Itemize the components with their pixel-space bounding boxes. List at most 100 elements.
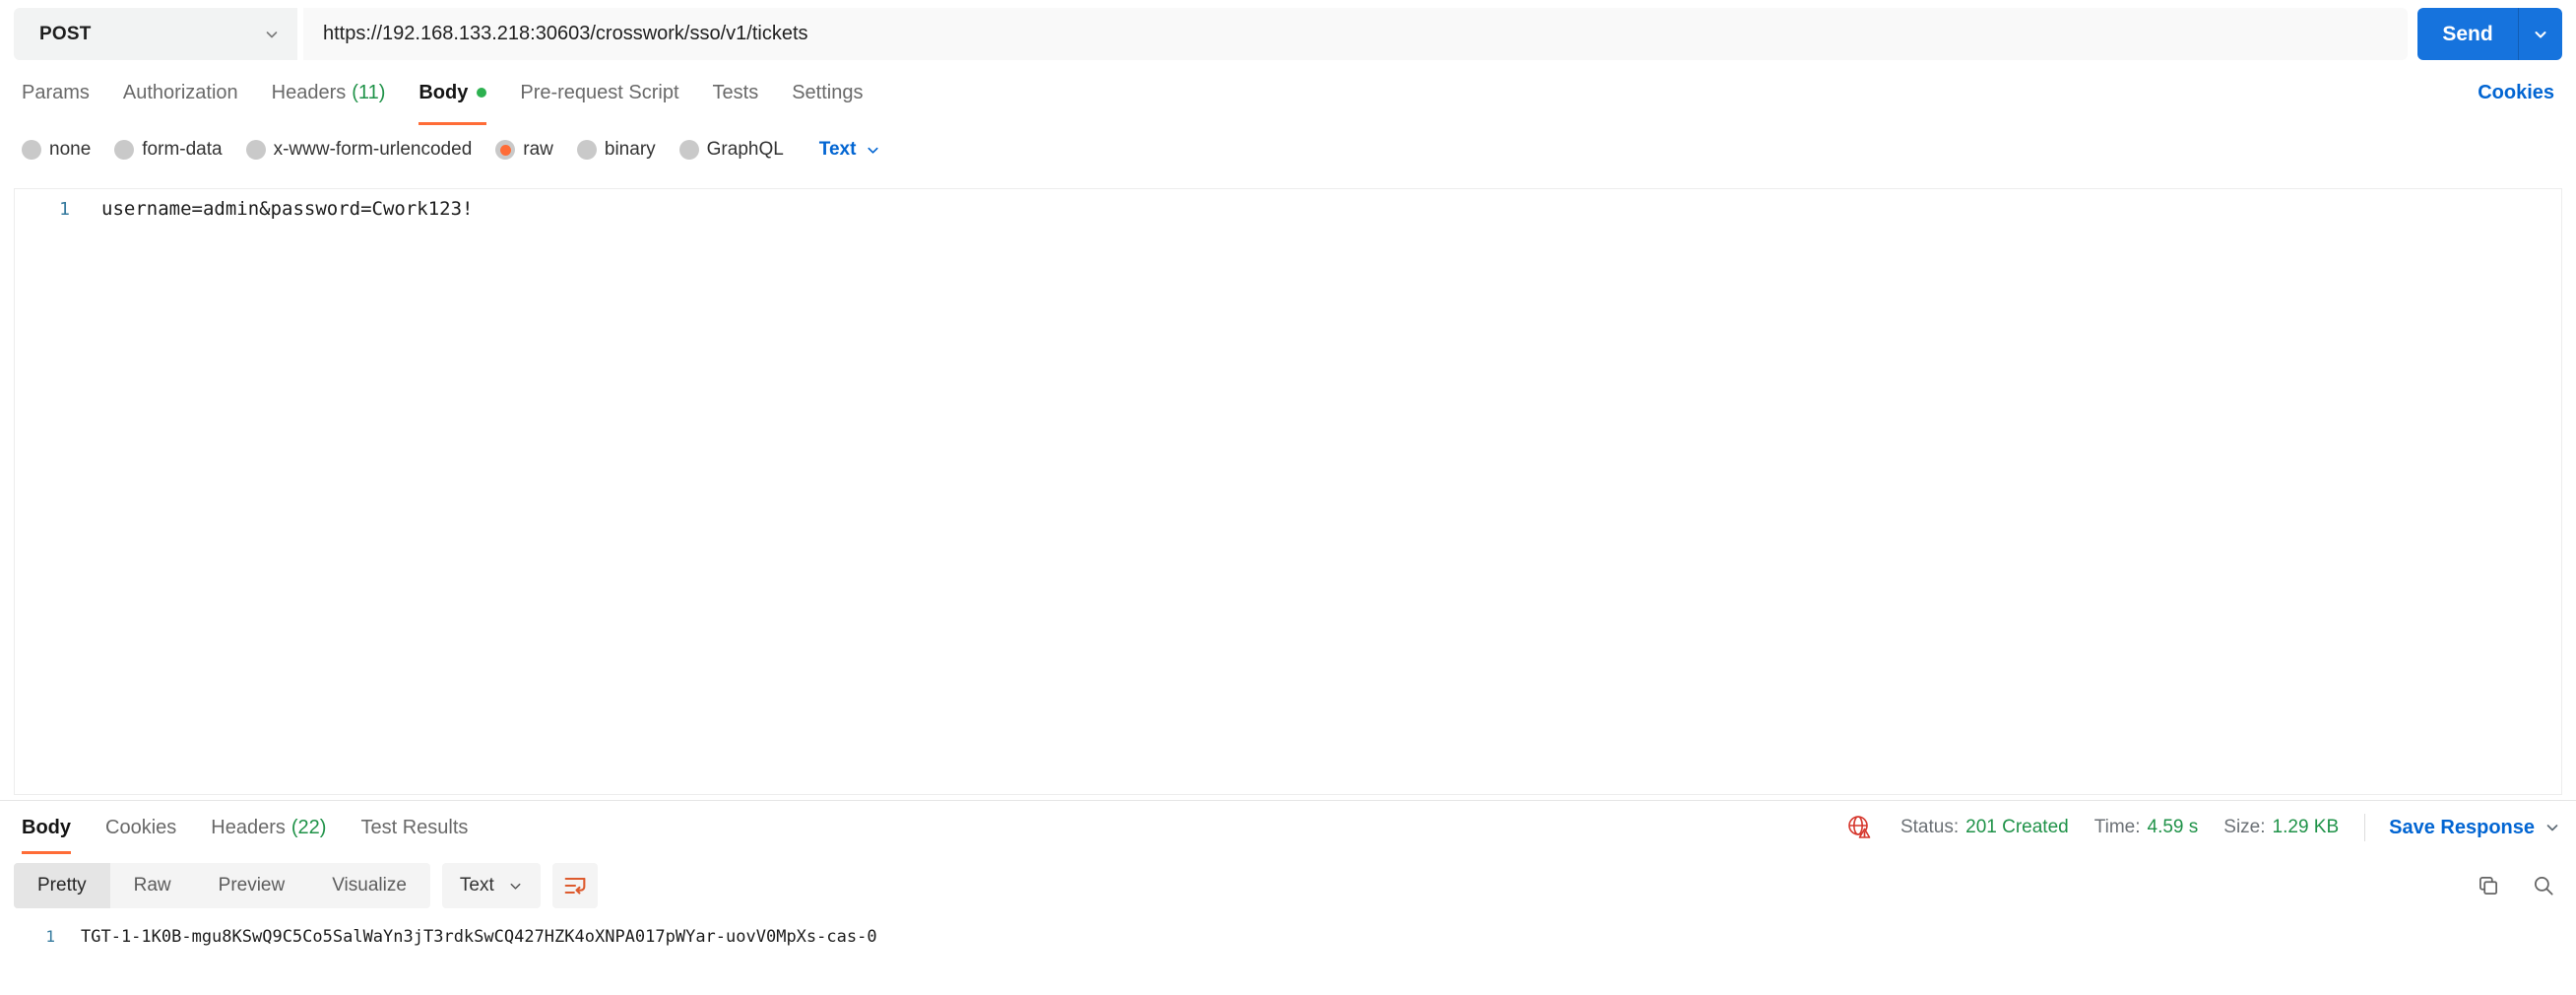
radio-icon xyxy=(576,140,597,160)
view-label: Raw xyxy=(133,875,171,896)
response-meta: Status: 201 Created Time: 4.59 s Size: 1… xyxy=(1845,801,2560,854)
tab-label: Test Results xyxy=(360,816,469,838)
search-icon[interactable] xyxy=(2531,873,2556,898)
tab-settings[interactable]: Settings xyxy=(792,60,863,125)
tab-label: Params xyxy=(22,81,90,103)
time-label: Time: xyxy=(2093,817,2141,837)
tab-body[interactable]: Body xyxy=(419,60,487,125)
body-type-binary[interactable]: binary xyxy=(576,139,656,161)
chevron-down-icon xyxy=(2533,27,2548,42)
view-preview[interactable]: Preview xyxy=(195,863,309,908)
response-line-content: TGT-1-1K0B-mgu8KSwQ9C5Co5SalWaYn3jT3rdkS… xyxy=(81,927,877,947)
raw-language-select[interactable]: Text xyxy=(819,139,881,161)
size-label: Size: xyxy=(2223,817,2266,837)
time-value: 4.59 s xyxy=(2147,817,2199,837)
body-type-x-www-form-urlencoded[interactable]: x-www-form-urlencoded xyxy=(245,139,473,161)
tab-label: Settings xyxy=(792,81,864,103)
radio-icon xyxy=(678,140,699,160)
request-body-editor[interactable]: 1 username=admin&password=Cwork123! xyxy=(14,188,2562,795)
modified-dot-icon xyxy=(477,88,487,98)
request-tabs: Params Authorization Headers (11) Body P… xyxy=(0,60,2576,125)
send-button-group: Send xyxy=(2417,8,2562,60)
tab-count-badge: (22) xyxy=(290,816,327,838)
save-response-label: Save Response xyxy=(2389,816,2535,838)
body-type-graphql[interactable]: GraphQL xyxy=(678,139,784,161)
body-type-form-data[interactable]: form-data xyxy=(114,139,223,161)
radio-label: none xyxy=(49,139,92,160)
line-number: 1 xyxy=(59,199,70,220)
status-value: 201 Created xyxy=(1965,817,2069,837)
tab-authorization[interactable]: Authorization xyxy=(123,60,238,125)
tab-label: Body xyxy=(419,81,469,103)
request-url-bar: POST https://192.168.133.218:30603/cross… xyxy=(14,8,2562,60)
tab-label: Body xyxy=(22,816,71,838)
response-format-select[interactable]: Text xyxy=(441,863,541,908)
radio-label: GraphQL xyxy=(706,139,784,160)
size-value: 1.29 KB xyxy=(2272,817,2340,837)
body-type-bar: none form-data x-www-form-urlencoded raw… xyxy=(0,125,2576,174)
response-line: 1 TGT-1-1K0B-mgu8KSwQ9C5Co5SalWaYn3jT3rd… xyxy=(0,927,2576,947)
response-tab-cookies[interactable]: Cookies xyxy=(105,801,176,854)
size-badge: Size: 1.29 KB xyxy=(2223,817,2339,838)
format-label: Text xyxy=(459,875,494,896)
radio-label: x-www-form-urlencoded xyxy=(273,139,473,160)
response-header: Body Cookies Headers (22) Test Results S… xyxy=(0,801,2576,854)
status-badge: Status: 201 Created xyxy=(1900,817,2069,838)
view-label: Preview xyxy=(218,875,286,896)
tab-tests[interactable]: Tests xyxy=(713,60,759,125)
language-label: Text xyxy=(818,139,857,160)
response-tab-headers[interactable]: Headers (22) xyxy=(211,801,326,854)
url-text: https://192.168.133.218:30603/crosswork/… xyxy=(323,23,808,44)
radio-label: form-data xyxy=(142,139,223,160)
method-select[interactable]: POST xyxy=(14,8,297,60)
tab-label: Authorization xyxy=(122,81,238,103)
view-visualize[interactable]: Visualize xyxy=(308,863,430,908)
body-type-none[interactable]: none xyxy=(22,139,91,161)
radio-selected-icon xyxy=(495,140,516,160)
view-raw[interactable]: Raw xyxy=(110,863,195,908)
wrap-text-icon xyxy=(561,872,589,899)
view-label: Visualize xyxy=(332,875,407,896)
send-options-button[interactable] xyxy=(2518,8,2562,60)
chevron-down-icon xyxy=(866,143,880,158)
radio-label: raw xyxy=(523,139,553,160)
line-number: 1 xyxy=(45,927,55,946)
chevron-down-icon xyxy=(264,27,280,42)
method-label: POST xyxy=(39,23,92,44)
editor-line: 1 username=admin&password=Cwork123! xyxy=(15,198,2561,220)
status-label: Status: xyxy=(1900,817,1960,837)
tab-count-badge: (11) xyxy=(352,81,386,103)
radio-label: binary xyxy=(604,139,656,160)
send-button[interactable]: Send xyxy=(2417,8,2518,60)
body-type-raw[interactable]: raw xyxy=(495,139,553,161)
tab-label: Cookies xyxy=(105,816,177,838)
wrap-text-button[interactable] xyxy=(551,863,598,908)
save-response-button[interactable]: Save Response xyxy=(2389,817,2560,839)
response-actions xyxy=(2446,873,2556,898)
tab-label: Headers xyxy=(271,81,347,103)
globe-warning-icon[interactable] xyxy=(1845,814,1875,841)
response-toolbar: Pretty Raw Preview Visualize Text xyxy=(0,862,2576,909)
url-input[interactable]: https://192.168.133.218:30603/crosswork/… xyxy=(303,8,2408,60)
response-tab-test-results[interactable]: Test Results xyxy=(360,801,468,854)
time-badge: Time: 4.59 s xyxy=(2094,817,2199,838)
radio-icon xyxy=(22,140,41,160)
copy-icon[interactable] xyxy=(2476,873,2501,898)
tab-label: Pre-request Script xyxy=(520,81,679,103)
tab-headers[interactable]: Headers (11) xyxy=(272,60,386,125)
tab-label: Headers xyxy=(211,816,286,838)
chevron-down-icon xyxy=(2544,820,2560,835)
cookies-link[interactable]: Cookies xyxy=(2478,60,2554,125)
send-label: Send xyxy=(2442,22,2493,45)
editor-line-content: username=admin&password=Cwork123! xyxy=(101,198,474,220)
chevron-down-icon xyxy=(508,879,523,894)
tab-label: Tests xyxy=(712,81,759,103)
response-tab-body[interactable]: Body xyxy=(22,801,71,854)
view-pretty[interactable]: Pretty xyxy=(14,863,110,908)
response-body-viewer[interactable]: 1 TGT-1-1K0B-mgu8KSwQ9C5Co5SalWaYn3jT3rd… xyxy=(0,909,2576,947)
view-label: Pretty xyxy=(37,875,87,896)
divider xyxy=(2364,814,2366,841)
radio-icon xyxy=(245,140,266,160)
tab-params[interactable]: Params xyxy=(22,60,90,125)
tab-pre-request-script[interactable]: Pre-request Script xyxy=(520,60,678,125)
